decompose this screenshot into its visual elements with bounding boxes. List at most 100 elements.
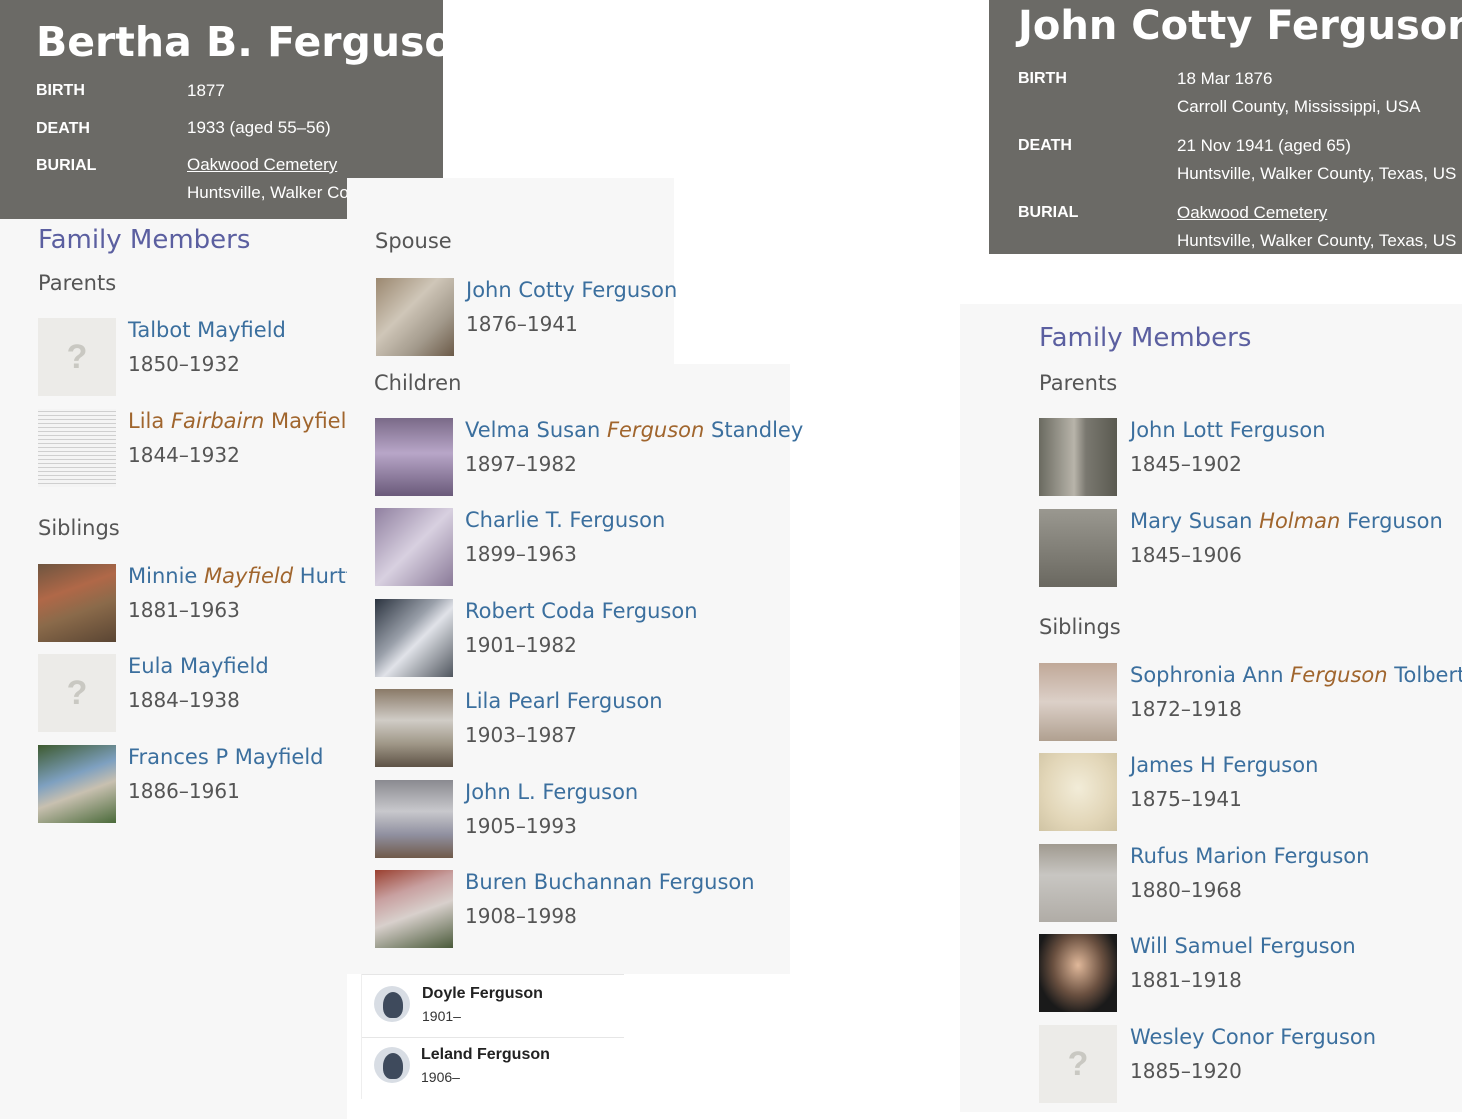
child-robert[interactable]: Robert Coda Ferguson 1901–1982 [375,599,790,677]
cemetery-link[interactable]: Oakwood Cemetery [187,155,337,174]
death-date: 21 Nov 1941 (aged 65) [1177,136,1351,155]
first-name: Lila [128,409,165,433]
last-name: Tolbert [1394,663,1462,687]
headstone-thumbnail [1039,663,1117,741]
family-member-spouse[interactable]: John Cotty Ferguson 1876–1941 [376,278,677,356]
death-place: Huntsville, Walker County, Texas, US [1177,164,1457,183]
family-member-rufus[interactable]: Rufus Marion Ferguson 1880–1968 [1039,844,1462,922]
family-member-minnie[interactable]: Minnie Mayfield Hurtt 1881–1963 [38,564,354,642]
headstone-thumbnail [375,689,453,767]
member-name[interactable]: Will Samuel Ferguson [1130,934,1356,958]
birth-place: Carroll County, Mississippi, USA [1177,97,1421,116]
member-name[interactable]: Robert Coda Ferguson [465,599,698,623]
member-name[interactable]: Rufus Marion Ferguson [1130,844,1369,868]
question-mark-icon: ? [38,318,116,396]
member-name[interactable]: John L. Ferguson [465,780,638,804]
burial-place: Huntsville, Walker County, Texas, US [1177,231,1457,250]
member-dates: 1876–1941 [466,312,578,336]
person-avatar-icon [374,1047,410,1083]
member-dates: 1897–1982 [465,452,577,476]
family-member-john-lott[interactable]: John Lott Ferguson 1845–1902 [1039,418,1462,496]
member-name[interactable]: Frances P Mayfield [128,745,324,769]
member-dates: 1908–1998 [465,904,577,928]
extra-child-doyle[interactable]: Doyle Ferguson 1901– [362,974,624,1036]
family-member-eula[interactable]: ? Eula Mayfield 1884–1938 [38,654,347,732]
member-dates: 1881–1918 [1130,968,1242,992]
member-name[interactable]: Eula Mayfield [128,654,269,678]
family-member-sophronia[interactable]: Sophronia Ann Ferguson Tolbert 1872–1918 [1039,663,1462,741]
children-panel: Children Velma Susan Ferguson Standley 1… [347,364,803,974]
member-name[interactable]: Minnie Mayfield Hurtt [128,564,354,588]
spouse-panel: Spouse John Cotty Ferguson 1876–1941 [347,178,677,364]
headstone-thumbnail [1039,509,1117,587]
maiden-name: Ferguson [606,418,705,442]
child-velma[interactable]: Velma Susan Ferguson Standley 1897–1982 [375,418,803,496]
member-name[interactable]: Talbot Mayfield [128,318,286,342]
family-member-mary-susan[interactable]: Mary Susan Holman Ferguson 1845–1906 [1039,509,1462,587]
member-name[interactable]: Buren Buchannan Ferguson [465,870,755,894]
children-title: Children [374,371,462,395]
extra-children-list: Doyle Ferguson 1901– Leland Ferguson 190… [361,974,624,1099]
first-name: Sophronia Ann [1130,663,1284,687]
extra-child-leland[interactable]: Leland Ferguson 1906– [362,1037,624,1099]
child-dates: 1901– [422,1008,461,1024]
member-name[interactable]: Charlie T. Ferguson [465,508,665,532]
parents-title: Parents [1039,371,1118,395]
family-member-james[interactable]: James H Ferguson 1875–1941 [1039,753,1462,831]
headstone-thumbnail [375,508,453,586]
child-lila-pearl[interactable]: Lila Pearl Ferguson 1903–1987 [375,689,790,767]
spouse-title: Spouse [375,229,452,253]
member-name[interactable]: Lila Fairbairn Mayfield [128,409,360,433]
member-dates: 1899–1963 [465,542,577,566]
birth-date: 18 Mar 1876 [1177,69,1273,88]
family-member-lila[interactable]: Lila Fairbairn Mayfield 1844–1932 [38,409,360,487]
headstone-thumbnail [375,418,453,496]
child-name[interactable]: Leland Ferguson [421,1046,550,1064]
member-name[interactable]: John Lott Ferguson [1130,418,1326,442]
child-john-l[interactable]: John L. Ferguson 1905–1993 [375,780,790,858]
headstone-thumbnail [375,870,453,948]
family-member-frances[interactable]: Frances P Mayfield 1886–1961 [38,745,347,823]
family-member-will[interactable]: Will Samuel Ferguson 1881–1918 [1039,934,1462,1012]
family-members-title: Family Members [1039,323,1252,353]
member-dates: 1901–1982 [465,633,577,657]
headstone-thumbnail [375,780,453,858]
birth-value: 1877 [187,81,225,100]
maiden-name: Ferguson [1290,663,1388,687]
headstone-thumbnail [376,278,454,356]
headstone-thumbnail [375,599,453,677]
child-charlie[interactable]: Charlie T. Ferguson 1899–1963 [375,508,790,586]
person-avatar-icon [374,986,410,1022]
member-dates: 1886–1961 [128,779,240,803]
member-name[interactable]: Sophronia Ann Ferguson Tolbert [1130,663,1462,687]
cemetery-link[interactable]: Oakwood Cemetery [1177,203,1327,222]
first-name: Velma Susan [465,418,601,442]
member-name[interactable]: John Cotty Ferguson [466,278,677,302]
member-name[interactable]: Lila Pearl Ferguson [465,689,663,713]
siblings-title: Siblings [1039,615,1121,639]
family-members-title: Family Members [38,225,251,255]
birth-value: 18 Mar 1876 Carroll County, Mississippi,… [1177,65,1420,121]
member-name[interactable]: Velma Susan Ferguson Standley [465,418,803,442]
member-name[interactable]: James H Ferguson [1130,753,1318,777]
first-name: Minnie [128,564,198,588]
birth-label: BIRTH [1018,70,1067,87]
member-dates: 1903–1987 [465,723,577,747]
child-name[interactable]: Doyle Ferguson [422,985,543,1003]
obituary-thumbnail [38,409,116,487]
member-name[interactable]: Wesley Conor Ferguson [1130,1025,1376,1049]
john-family-panel: Family Members Parents John Lott Ferguso… [960,304,1462,1112]
death-label: DEATH [1018,137,1072,154]
portrait-thumbnail [1039,753,1117,831]
member-dates: 1872–1918 [1130,697,1242,721]
family-member-wesley[interactable]: ? Wesley Conor Ferguson 1885–1920 [1039,1025,1462,1103]
member-name[interactable]: Mary Susan Holman Ferguson [1130,509,1443,533]
maiden-name: Mayfield [204,564,294,588]
death-value: 21 Nov 1941 (aged 65) Huntsville, Walker… [1177,132,1456,188]
member-dates: 1875–1941 [1130,787,1242,811]
family-member-talbot[interactable]: ? Talbot Mayfield 1850–1932 [38,318,347,396]
last-name: Hurtt [299,564,354,588]
child-buren[interactable]: Buren Buchannan Ferguson 1908–1998 [375,870,790,948]
parents-title: Parents [38,271,117,295]
death-value: 1933 (aged 55–56) [187,118,331,137]
